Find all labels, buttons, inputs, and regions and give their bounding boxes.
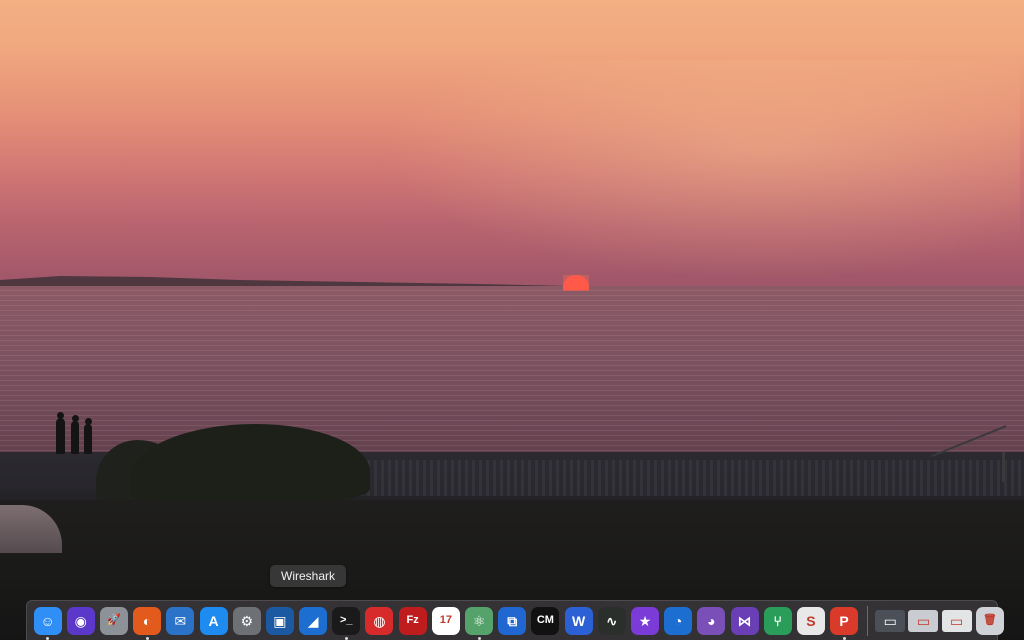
- slack-icon: S: [796, 606, 825, 635]
- dock-item-vpn[interactable]: ◍: [363, 605, 395, 637]
- dock-item-finder[interactable]: ☺: [32, 605, 64, 640]
- document-thumbnail-icon: ▭: [875, 609, 906, 632]
- dock-item-word[interactable]: W: [563, 605, 595, 637]
- virtualbox-icon: ▣: [265, 606, 294, 635]
- finder-icon: ☺: [33, 606, 62, 635]
- dock-item-slack[interactable]: S: [795, 605, 827, 637]
- globe-icon: ◍: [365, 606, 394, 635]
- person-silhouette: [56, 412, 65, 454]
- running-indicator: [842, 636, 846, 640]
- filezilla-icon: Fz: [398, 606, 427, 635]
- dock-item-atom[interactable]: ⚛: [463, 605, 495, 640]
- thunderbird-icon: ✉: [166, 606, 195, 635]
- dock-item-imovie[interactable]: ★: [629, 605, 661, 637]
- dock-item-siri[interactable]: ◉: [65, 605, 97, 637]
- dock-item-virtualbox[interactable]: ▣: [264, 605, 296, 637]
- dock-item-teamviewer[interactable]: ⧉: [496, 605, 528, 637]
- dock-item-safari-tech[interactable]: ◔: [662, 605, 694, 637]
- visual-studio-icon: ⋈: [730, 606, 759, 635]
- star-icon: ★: [630, 606, 659, 635]
- dock-item-launchpad[interactable]: 🚀: [98, 605, 130, 637]
- dock-item-app-store[interactable]: A: [198, 605, 230, 637]
- dock: ☺ ◉ 🚀 ◐ ✉ A ⚙ ▣ ◢ >_ ◍ Fz 17 ⚛ ⧉ CM W ∿ ★ ◔ ◕ ⋈ ⑂ S P ▭ ▭ ▭ 🗑: [26, 600, 1004, 640]
- dock-item-visual-studio[interactable]: ⋈: [729, 605, 761, 637]
- siri-icon: ◉: [66, 606, 95, 635]
- dock-item-doc-2[interactable]: ▭: [907, 605, 939, 637]
- overlap-squares-icon: ⧉: [498, 606, 527, 635]
- dock-item-wps[interactable]: P: [828, 605, 860, 640]
- person-silhouette: [71, 415, 79, 454]
- calendar-icon: 17: [431, 606, 460, 635]
- document-thumbnail-icon: ▭: [941, 609, 972, 632]
- cm-icon: CM: [531, 606, 560, 635]
- dock-item-doc-1[interactable]: ▭: [874, 605, 906, 637]
- gear-icon: ⚙: [232, 606, 261, 635]
- running-indicator: [145, 636, 149, 640]
- running-indicator: [477, 636, 481, 640]
- dock-item-thunderbird[interactable]: ✉: [164, 605, 196, 637]
- dock-item-sourcetree[interactable]: ⑂: [762, 605, 794, 637]
- running-indicator: [46, 636, 50, 640]
- person-silhouette: [84, 418, 92, 454]
- dock-item-cm[interactable]: CM: [529, 605, 561, 637]
- dock-item-calendar[interactable]: 17: [430, 605, 462, 637]
- document-thumbnail-icon: ▭: [908, 609, 939, 632]
- terminal-icon: >_: [332, 606, 361, 635]
- activity-monitor-icon: ∿: [597, 606, 626, 635]
- compass-icon: ◔: [664, 606, 693, 635]
- p-icon: P: [830, 606, 859, 635]
- dock-tooltip: Wireshark: [270, 565, 347, 587]
- dock-item-firefox[interactable]: ◐: [131, 605, 163, 640]
- tree-icon: ⑂: [763, 606, 792, 635]
- dock-item-terminal[interactable]: >_: [330, 605, 362, 640]
- app-store-icon: A: [199, 606, 228, 635]
- dock-item-doc-3[interactable]: ▭: [941, 605, 973, 637]
- github-cat-icon: ◕: [697, 606, 726, 635]
- word-icon: W: [564, 606, 593, 635]
- dock-separator: [866, 605, 868, 636]
- dock-item-wireshark[interactable]: ◢: [297, 605, 329, 637]
- rocket-icon: 🚀: [99, 606, 128, 635]
- trash-icon: 🗑: [975, 606, 1004, 635]
- atom-icon: ⚛: [465, 606, 494, 635]
- dock-item-system-preferences[interactable]: ⚙: [231, 605, 263, 637]
- firefox-icon: ◐: [133, 606, 162, 635]
- desktop-wallpaper: [0, 0, 1024, 640]
- dock-item-filezilla[interactable]: Fz: [397, 605, 429, 637]
- shark-fin-icon: ◢: [299, 606, 328, 635]
- dock-item-trash[interactable]: 🗑: [974, 605, 1006, 637]
- running-indicator: [344, 636, 348, 640]
- dock-item-github[interactable]: ◕: [695, 605, 727, 637]
- dock-item-activity-monitor[interactable]: ∿: [596, 605, 628, 637]
